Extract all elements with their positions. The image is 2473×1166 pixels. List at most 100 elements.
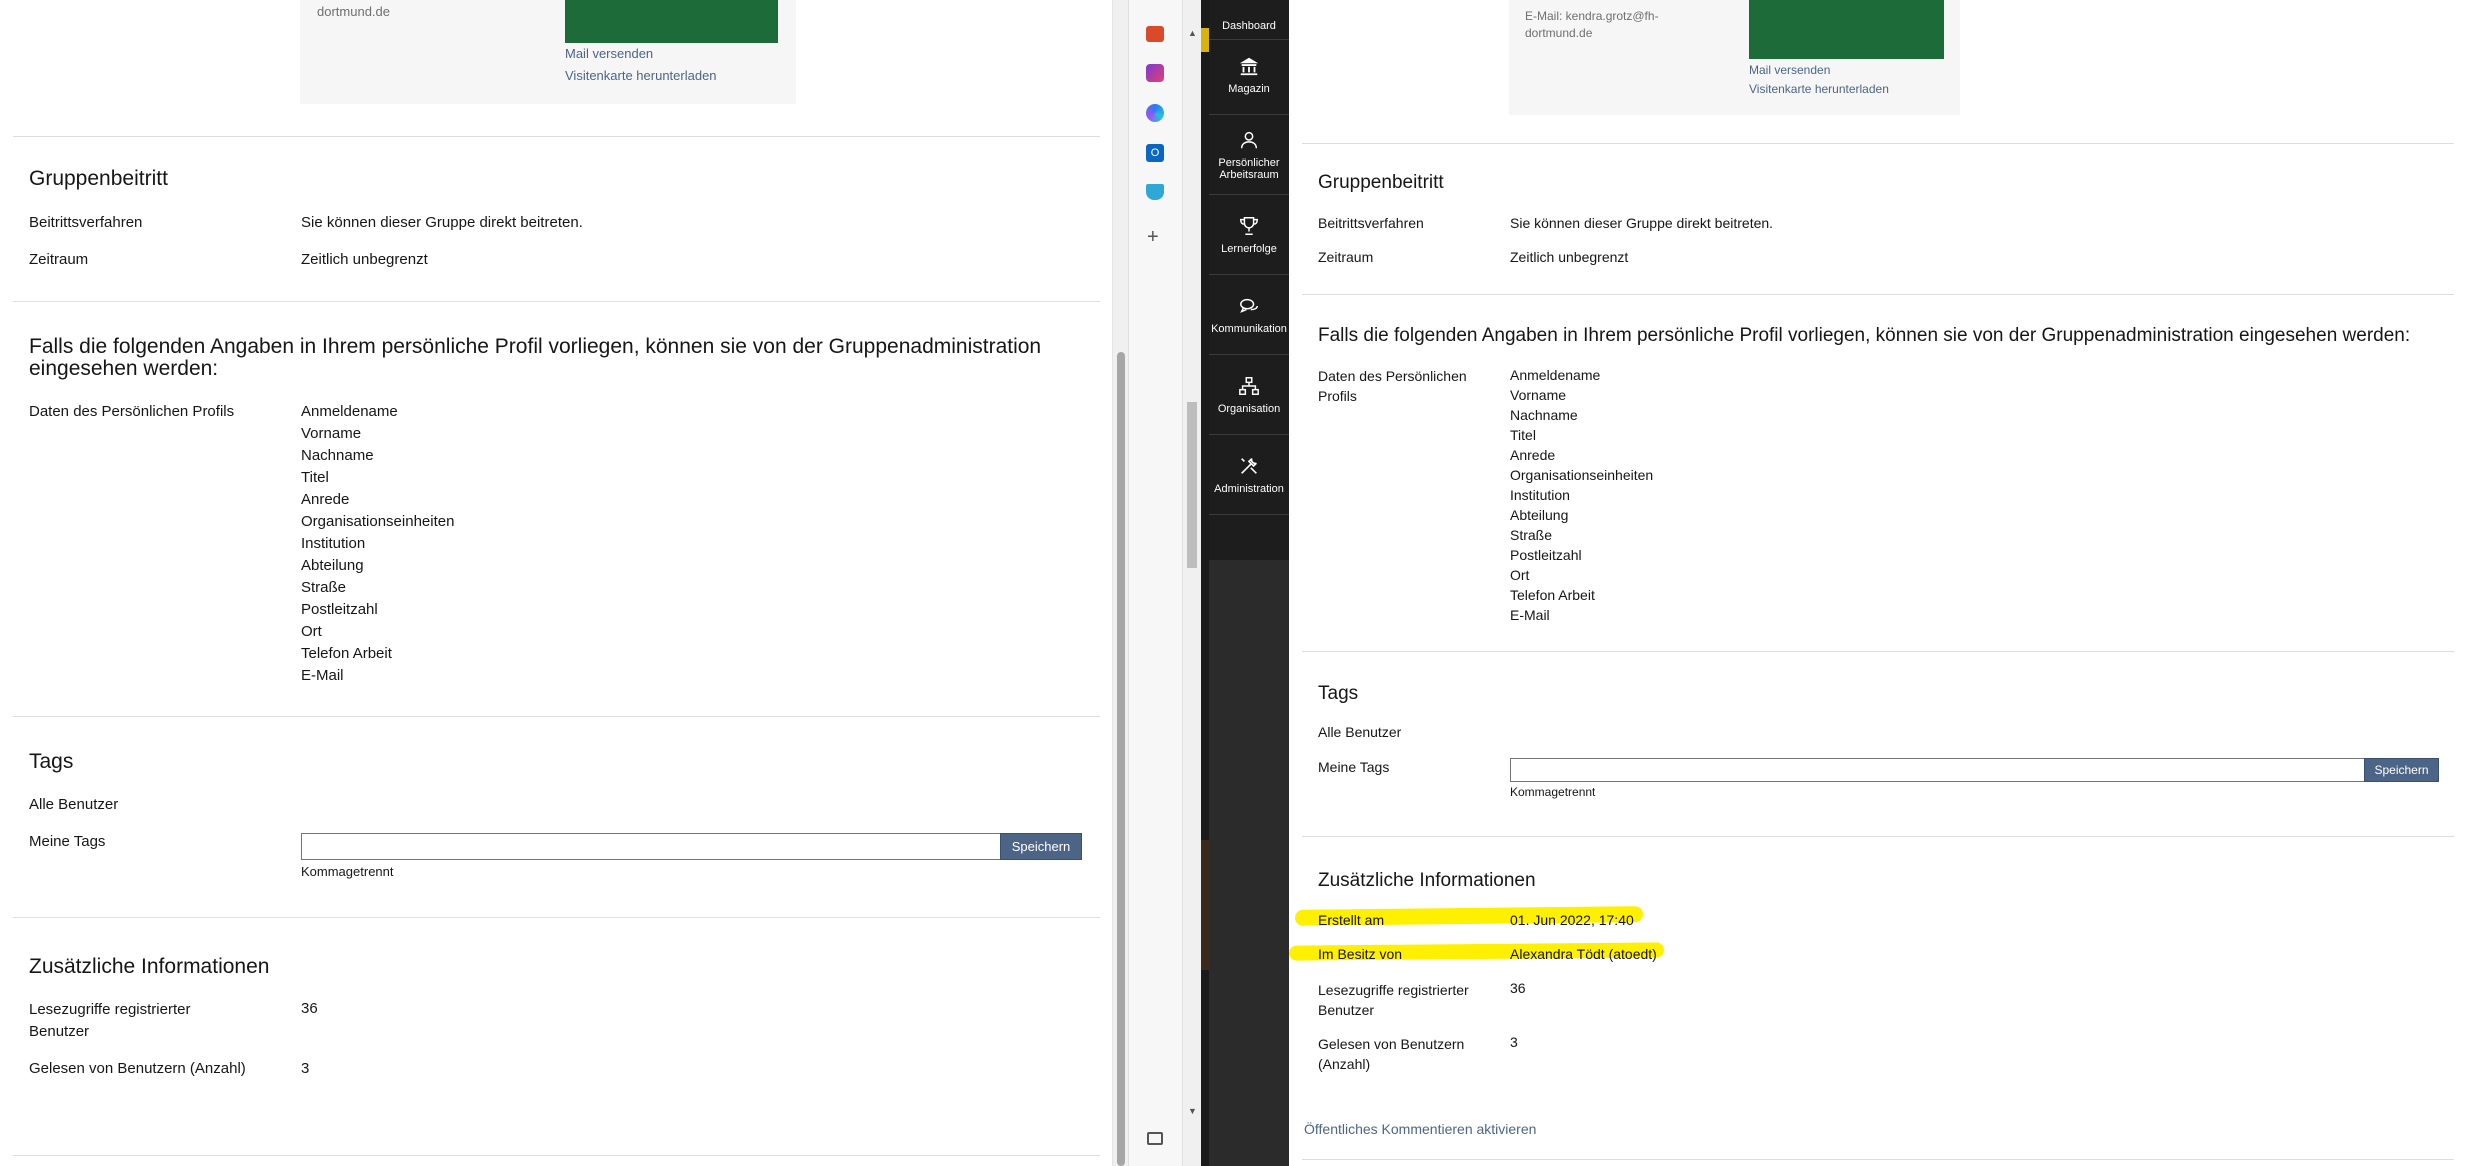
mainbar-magazin[interactable]: Magazin	[1209, 35, 1289, 115]
scrollbar-thumb[interactable]	[1187, 402, 1197, 568]
profile-field: Titel	[1510, 427, 1536, 443]
reads-label-line2: Benutzer	[29, 1023, 90, 1040]
divider	[1302, 143, 2454, 144]
divider	[13, 136, 1100, 137]
profile-field: Abteilung	[1510, 507, 1569, 523]
reads-label-line1: Lesezugriffe registrierter	[1318, 982, 1469, 998]
my-tags-input[interactable]	[1510, 758, 2365, 782]
reads-label: Lesezugriffe registrierter Benutzer	[29, 999, 190, 1043]
active-indicator	[1201, 28, 1209, 52]
period-value: Zeitlich unbegrenzt	[1510, 249, 1629, 265]
profile-field-list: Anmeldename Vorname Nachname Titel Anred…	[1510, 365, 1653, 625]
reads-value: 36	[1510, 980, 1526, 996]
mainbar-organisation[interactable]: Organisation	[1209, 355, 1289, 435]
contact-email: dortmund.de	[317, 4, 390, 19]
profile-title: Falls die folgenden Angaben in Ihrem per…	[29, 336, 1089, 380]
mainbar-personal-workspace[interactable]: Persönlicher Arbeitsraum	[1209, 115, 1289, 195]
copilot-icon[interactable]	[1146, 104, 1164, 122]
scroll-up-arrow-icon[interactable]: ▲	[1188, 28, 1197, 38]
join-procedure-value: Sie können dieser Gruppe direkt beitrete…	[301, 214, 583, 231]
save-tags-button[interactable]: Speichern	[2364, 758, 2439, 782]
divider	[1302, 836, 2454, 837]
mainbar-achievements[interactable]: Lernerfolge	[1209, 195, 1289, 275]
profile-field: Nachname	[301, 447, 374, 464]
profile-data-label-line1: Daten des Persönlichen	[1318, 368, 1467, 384]
mainbar-label: Kommunikation	[1211, 322, 1287, 335]
divider	[13, 917, 1100, 918]
profile-field: Vorname	[1510, 387, 1567, 403]
gift-icon[interactable]	[1146, 26, 1164, 42]
tags-title: Tags	[29, 750, 74, 773]
join-procedure-label: Beitrittsverfahren	[1318, 215, 1424, 231]
read-by-label-line2: (Anzahl)	[1318, 1056, 1371, 1072]
left-scrollbar-thumb[interactable]	[1117, 352, 1125, 1166]
group-join-title: Gruppenbeitritt	[29, 167, 168, 190]
add-icon[interactable]: +	[1147, 226, 1159, 249]
save-tags-button[interactable]: Speichern	[1000, 833, 1082, 860]
vcard-link[interactable]: Visitenkarte herunterladen	[1749, 82, 1889, 96]
main-bar-strip	[1201, 0, 1209, 1166]
all-users-label: Alle Benutzer	[29, 796, 119, 813]
group-join-title: Gruppenbeitritt	[1318, 172, 1444, 193]
browser-sidebar: O +	[1128, 0, 1183, 1166]
divider	[1302, 294, 2454, 295]
period-label: Zeitraum	[1318, 249, 1374, 265]
profile-data-label-line2: Profils	[1318, 388, 1357, 404]
mainbar-label: Lernerfolge	[1221, 242, 1277, 255]
additional-info-title: Zusätzliche Informationen	[29, 955, 270, 978]
period-value: Zeitlich unbegrenzt	[301, 251, 428, 268]
mainbar-dashboard[interactable]: Dashboard	[1209, 0, 1289, 40]
profile-data-label: Daten des Persönlichen Profils	[29, 403, 235, 420]
vcard-link[interactable]: Visitenkarte herunterladen	[565, 68, 717, 83]
reads-value: 36	[301, 1000, 318, 1017]
profile-field: Telefon Arbeit	[1510, 587, 1595, 603]
mainbar-label: Administration	[1214, 482, 1284, 495]
public-comments-link[interactable]: Öffentliches Kommentieren aktivieren	[1304, 1121, 1536, 1137]
reads-label-line1: Lesezugriffe registrierter	[29, 1001, 191, 1018]
contact-photo	[565, 0, 778, 43]
profile-field: Abteilung	[301, 557, 364, 574]
created-value: 01. Jun 2022, 17:40	[1510, 912, 1634, 928]
main-bar-items: Dashboard Magazin Persönlicher Arbeitsra…	[1209, 0, 1289, 560]
profile-field: Nachname	[1510, 407, 1578, 423]
right-browser-scrollbar[interactable]: ▲ ▼	[1183, 0, 1201, 1166]
divider	[13, 716, 1100, 717]
join-procedure-label: Beitrittsverfahren	[29, 214, 143, 231]
read-by-label: Gelesen von Benutzern (Anzahl)	[1318, 1034, 1464, 1074]
left-scrollbar[interactable]	[1112, 0, 1128, 1166]
owner-label: Im Besitz von	[1318, 946, 1403, 962]
outlook-icon[interactable]: O	[1146, 144, 1164, 162]
profile-field: Postleitzahl	[301, 601, 378, 618]
left-panel: dortmund.de Mail versenden Visitenkarte …	[0, 0, 1120, 1166]
mail-link[interactable]: Mail versenden	[1749, 63, 1830, 77]
my-tags-input[interactable]	[301, 833, 1001, 860]
mainbar-administration[interactable]: Administration	[1209, 435, 1289, 515]
profile-field: Organisationseinheiten	[1510, 467, 1654, 483]
profile-field: E-Mail	[301, 667, 344, 684]
shopping-icon[interactable]	[1146, 184, 1164, 200]
trophy-icon	[1240, 216, 1258, 235]
divider	[13, 301, 1100, 302]
profile-field: Institution	[1510, 487, 1570, 503]
mainbar-communication[interactable]: Kommunikation	[1209, 275, 1289, 355]
reads-label: Lesezugriffe registrierter Benutzer	[1318, 980, 1469, 1020]
profile-field: Anrede	[301, 491, 350, 508]
mail-link[interactable]: Mail versenden	[565, 46, 653, 61]
org-chart-icon	[1239, 376, 1259, 395]
profile-field-list: Anmeldename Vorname Nachname Titel Anred…	[301, 401, 454, 687]
profile-field: Telefon Arbeit	[301, 645, 392, 662]
tools-icon	[1241, 457, 1257, 474]
scroll-down-arrow-icon[interactable]: ▼	[1188, 1106, 1197, 1116]
profile-field: Anrede	[1510, 447, 1556, 463]
main-bar: Dashboard Magazin Persönlicher Arbeitsra…	[1201, 0, 1289, 1166]
all-users-label: Alle Benutzer	[1318, 724, 1402, 740]
divider	[13, 1155, 1100, 1156]
profile-field: Straße	[1510, 527, 1553, 543]
games-icon[interactable]	[1146, 64, 1164, 82]
sidebar-panel-icon[interactable]	[1147, 1132, 1163, 1145]
tags-hint: Kommagetrennt	[1510, 785, 1596, 799]
profile-title-line2: eingesehen werden:	[29, 357, 219, 380]
chat-bubbles-icon	[1240, 298, 1258, 313]
additional-info-title: Zusätzliche Informationen	[1318, 870, 1536, 891]
profile-field: Straße	[301, 579, 347, 596]
